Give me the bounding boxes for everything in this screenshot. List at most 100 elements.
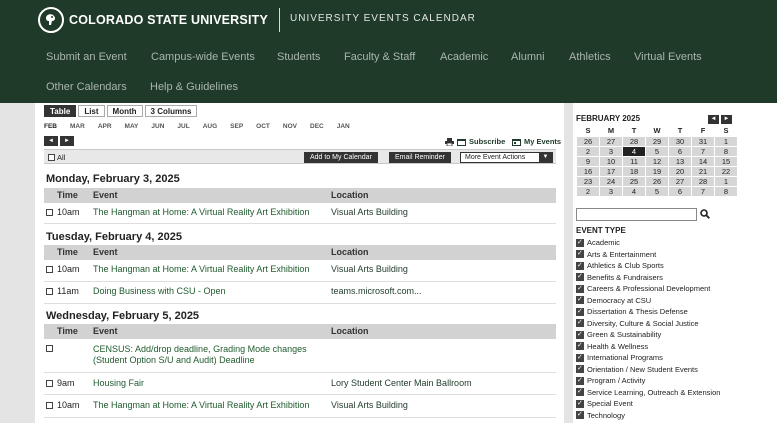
event-type-filter[interactable]: Dissertation & Thesis Defense bbox=[576, 307, 688, 316]
event-type-filter[interactable]: Program / Activity bbox=[576, 376, 645, 385]
add-to-calendar-button[interactable]: Add to My Calendar bbox=[304, 152, 378, 163]
calendar-day[interactable]: 17 bbox=[599, 165, 623, 177]
nav-alumni[interactable]: Alumni bbox=[511, 51, 545, 63]
calendar-day[interactable]: 2 bbox=[576, 145, 600, 157]
month-link[interactable]: JUL bbox=[177, 123, 189, 130]
calendar-day[interactable]: 7 bbox=[691, 185, 715, 197]
calendar-day[interactable]: 10 bbox=[599, 155, 623, 167]
tab-table[interactable]: Table bbox=[44, 105, 77, 117]
mini-calendar-next-button[interactable]: ► bbox=[721, 115, 732, 124]
prev-page-button[interactable]: ◄ bbox=[44, 136, 58, 146]
month-link[interactable]: JAN bbox=[337, 123, 350, 130]
site-title[interactable]: UNIVERSITY EVENTS CALENDAR bbox=[290, 13, 476, 24]
calendar-day[interactable]: 14 bbox=[691, 155, 715, 167]
nav-virtual-events[interactable]: Virtual Events bbox=[634, 51, 702, 63]
my-events-label[interactable]: My Events bbox=[524, 137, 561, 146]
calendar-day[interactable]: 26 bbox=[645, 175, 669, 187]
month-link[interactable]: AUG bbox=[203, 123, 217, 130]
calendar-day[interactable]: 7 bbox=[691, 145, 715, 157]
next-page-button[interactable]: ► bbox=[60, 136, 74, 146]
calendar-day[interactable]: 26 bbox=[576, 135, 600, 147]
event-type-filter[interactable]: Technology bbox=[576, 410, 625, 420]
event-checkbox[interactable] bbox=[46, 345, 53, 352]
event-checkbox[interactable] bbox=[46, 266, 53, 273]
nav-help-guidelines[interactable]: Help & Guidelines bbox=[150, 81, 238, 93]
month-link[interactable]: MAR bbox=[70, 123, 85, 130]
calendar-day-selected[interactable]: 4 bbox=[622, 145, 646, 157]
calendar-day[interactable]: 24 bbox=[599, 175, 623, 187]
table-row[interactable]: 10am The Hangman at Home: A Virtual Real… bbox=[44, 396, 556, 418]
nav-athletics[interactable]: Athletics bbox=[569, 51, 611, 63]
table-row[interactable]: 11am Doing Business with CSU - Open team… bbox=[44, 282, 556, 304]
table-row[interactable]: 9am Housing Fair Lory Student Center Mai… bbox=[44, 374, 556, 395]
event-title-link[interactable]: The Hangman at Home: A Virtual Reality A… bbox=[93, 264, 325, 275]
select-all-checkbox[interactable] bbox=[48, 154, 55, 161]
calendar-day[interactable]: 29 bbox=[645, 135, 669, 147]
checkbox-checked-icon[interactable] bbox=[576, 399, 584, 408]
event-title-link[interactable]: The Hangman at Home: A Virtual Reality A… bbox=[93, 400, 325, 411]
my-events-link[interactable]: My Events bbox=[512, 137, 561, 146]
event-checkbox[interactable] bbox=[46, 209, 53, 216]
checkbox-checked-icon[interactable] bbox=[576, 261, 584, 270]
event-title-link[interactable]: Doing Business with CSU - Open bbox=[93, 286, 325, 297]
checkbox-checked-icon[interactable] bbox=[576, 410, 584, 419]
calendar-day[interactable]: 8 bbox=[714, 185, 738, 197]
calendar-day[interactable]: 6 bbox=[668, 185, 692, 197]
search-icon[interactable] bbox=[700, 209, 710, 221]
print-icon[interactable] bbox=[445, 137, 454, 146]
calendar-day[interactable]: 4 bbox=[622, 185, 646, 197]
checkbox-checked-icon[interactable] bbox=[576, 284, 584, 293]
month-link[interactable]: JUN bbox=[151, 123, 164, 130]
month-link[interactable]: FEB bbox=[44, 123, 57, 130]
event-type-filter[interactable]: Diversity, Culture & Social Justice bbox=[576, 318, 699, 328]
event-type-filter[interactable]: Careers & Professional Development bbox=[576, 284, 710, 293]
event-type-filter[interactable]: International Programs bbox=[576, 353, 663, 362]
calendar-day[interactable]: 20 bbox=[668, 165, 692, 177]
calendar-day[interactable]: 1 bbox=[714, 175, 738, 187]
calendar-day[interactable]: 27 bbox=[668, 175, 692, 187]
calendar-day[interactable]: 3 bbox=[599, 145, 623, 157]
calendar-day[interactable]: 12 bbox=[645, 155, 669, 167]
checkbox-checked-icon[interactable] bbox=[576, 318, 584, 327]
calendar-day[interactable]: 2 bbox=[576, 185, 600, 197]
event-location-link[interactable]: Visual Arts Building bbox=[331, 400, 408, 410]
nav-other-calendars[interactable]: Other Calendars bbox=[46, 81, 127, 93]
calendar-day[interactable]: 28 bbox=[691, 175, 715, 187]
event-location-link[interactable]: Visual Arts Building bbox=[331, 264, 408, 274]
calendar-day[interactable]: 9 bbox=[576, 155, 600, 167]
month-link[interactable]: OCT bbox=[256, 123, 270, 130]
calendar-day[interactable]: 6 bbox=[668, 145, 692, 157]
calendar-day[interactable]: 19 bbox=[645, 165, 669, 177]
event-type-filter[interactable]: Orientation / New Student Events bbox=[576, 364, 698, 374]
month-link[interactable]: DEC bbox=[310, 123, 324, 130]
event-type-filter[interactable]: Arts & Entertainment bbox=[576, 249, 656, 259]
calendar-day[interactable]: 15 bbox=[714, 155, 738, 167]
checkbox-checked-icon[interactable] bbox=[576, 295, 584, 304]
event-location-link[interactable]: Visual Arts Building bbox=[331, 207, 408, 217]
checkbox-checked-icon[interactable] bbox=[576, 238, 584, 247]
event-checkbox[interactable] bbox=[46, 380, 53, 387]
event-type-filter[interactable]: Academic bbox=[576, 238, 620, 247]
calendar-day[interactable]: 23 bbox=[576, 175, 600, 187]
event-title-link[interactable]: The Hangman at Home: A Virtual Reality A… bbox=[93, 207, 325, 218]
tab-list[interactable]: List bbox=[78, 105, 105, 117]
calendar-day[interactable]: 8 bbox=[714, 145, 738, 157]
nav-students[interactable]: Students bbox=[277, 51, 320, 63]
calendar-day[interactable]: 30 bbox=[668, 135, 692, 147]
nav-submit-event[interactable]: Submit an Event bbox=[46, 51, 127, 63]
event-type-filter[interactable]: Benefits & Fundraisers bbox=[576, 272, 663, 282]
checkbox-checked-icon[interactable] bbox=[576, 387, 584, 396]
month-link[interactable]: SEP bbox=[230, 123, 243, 130]
mini-calendar-prev-button[interactable]: ◄ bbox=[708, 115, 719, 124]
table-row[interactable]: CENSUS: Add/drop deadline, Grading Mode … bbox=[44, 340, 556, 373]
event-type-filter[interactable]: Democracy at CSU bbox=[576, 295, 651, 305]
calendar-day[interactable]: 5 bbox=[645, 185, 669, 197]
calendar-day[interactable]: 27 bbox=[599, 135, 623, 147]
event-type-filter[interactable]: Health & Wellness bbox=[576, 341, 648, 351]
checkbox-checked-icon[interactable] bbox=[576, 330, 584, 339]
checkbox-checked-icon[interactable] bbox=[576, 376, 584, 385]
calendar-day[interactable]: 21 bbox=[691, 165, 715, 177]
table-row[interactable]: 10am The Hangman at Home: A Virtual Real… bbox=[44, 203, 556, 224]
event-type-filter[interactable]: Green & Sustainability bbox=[576, 330, 661, 339]
calendar-day[interactable]: 3 bbox=[599, 185, 623, 197]
